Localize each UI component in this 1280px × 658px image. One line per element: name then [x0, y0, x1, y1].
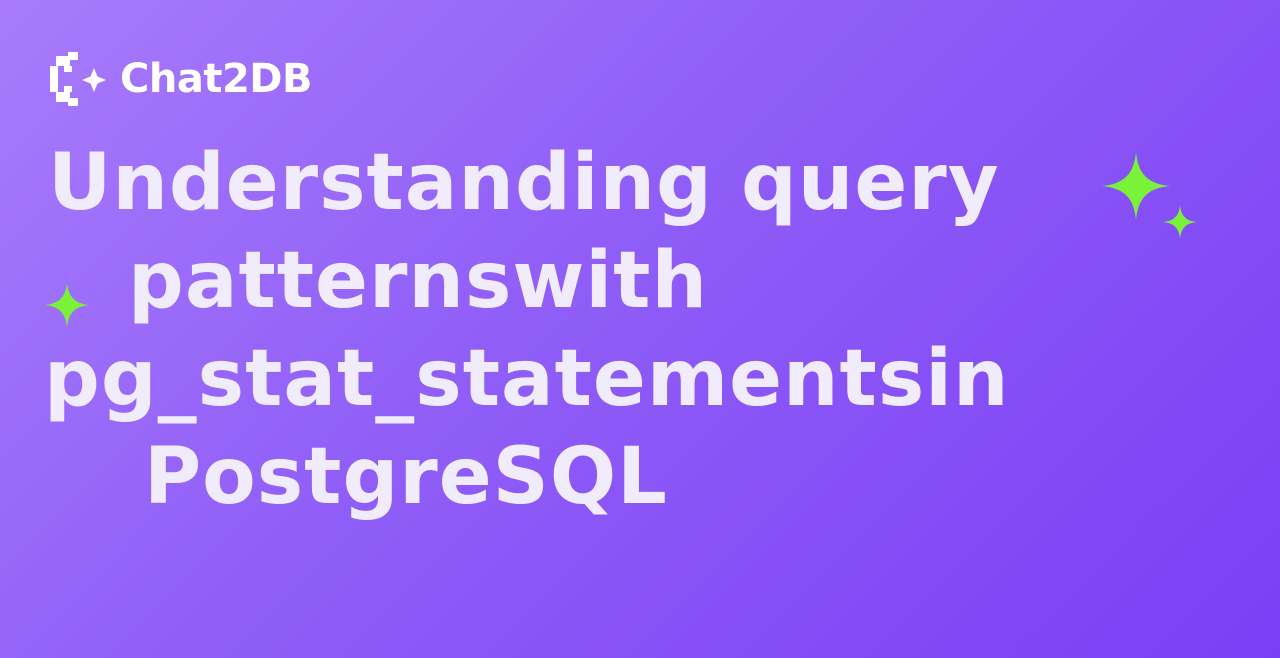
sparkle-icon: [1102, 152, 1170, 220]
chat2db-logo-icon: [50, 52, 106, 106]
sparkle-icon: [45, 283, 89, 327]
headline-line-4: PostgreSQL: [144, 432, 668, 522]
headline-line-2: patternswith: [128, 236, 708, 326]
headline-line-3: pg_stat_statementsin: [44, 334, 1010, 424]
brand-logo: Chat2DB: [50, 52, 312, 106]
headline-line-1: Understanding query: [48, 138, 1000, 228]
sparkle-icon: [1163, 205, 1197, 239]
brand-name: Chat2DB: [120, 56, 312, 102]
